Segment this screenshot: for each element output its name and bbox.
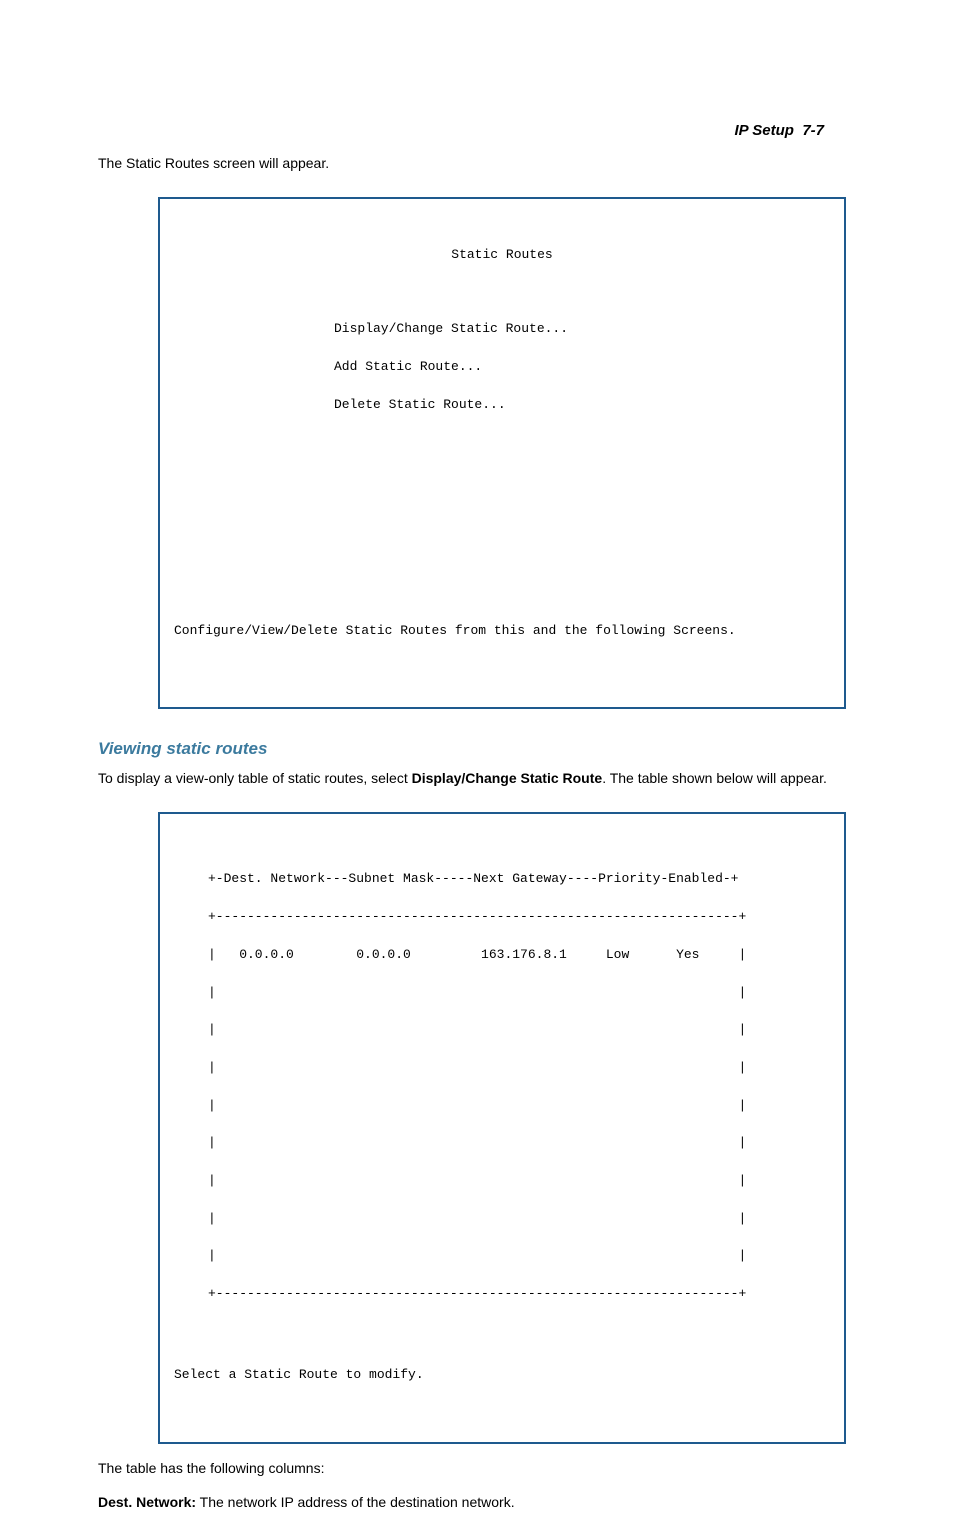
table-blank: | | [174, 1210, 830, 1229]
screen1-title: Static Routes [174, 246, 830, 265]
table-row: | 0.0.0.0 0.0.0.0 163.176.8.1 Low Yes | [174, 946, 830, 965]
table-blank: | | [174, 1097, 830, 1116]
menu-display-change: Display/Change Static Route... [174, 320, 830, 339]
menu-add: Add Static Route... [174, 358, 830, 377]
intro2-post: . The table shown below will appear. [602, 770, 827, 786]
intro-text-2: To display a view-only table of static r… [98, 769, 856, 788]
table-blank: | | [174, 984, 830, 1003]
section-label: IP Setup [735, 122, 794, 139]
col1-desc: The network IP address of the destinatio… [196, 1494, 515, 1510]
intro-text-1: The Static Routes screen will appear. [98, 154, 856, 173]
static-routes-screen: Static Routes Display/Change Static Rout… [158, 197, 846, 709]
column-dest-network: Dest. Network: The network IP address of… [98, 1492, 856, 1512]
screen2-footer: Select a Static Route to modify. [174, 1366, 830, 1385]
intro2-pre: To display a view-only table of static r… [98, 770, 412, 786]
route-table-screen: +-Dest. Network---Subnet Mask-----Next G… [158, 812, 846, 1444]
table-blank: | | [174, 1021, 830, 1040]
table-sep-bot: +---------------------------------------… [174, 1285, 830, 1304]
table-blank: | | [174, 1247, 830, 1266]
page: IP Setup 7-7 The Static Routes screen wi… [0, 0, 954, 1235]
table-header-row: +-Dest. Network---Subnet Mask-----Next G… [174, 870, 830, 889]
table-blank: | | [174, 1059, 830, 1078]
intro2-bold: Display/Change Static Route [412, 770, 603, 786]
table-sep-top: +---------------------------------------… [174, 908, 830, 927]
col1-label: Dest. Network: [98, 1494, 196, 1510]
menu-delete: Delete Static Route... [174, 396, 830, 415]
table-blank: | | [174, 1134, 830, 1153]
columns-intro: The table has the following columns: [98, 1458, 856, 1478]
page-header: IP Setup 7-7 [735, 122, 824, 139]
screen1-footer: Configure/View/Delete Static Routes from… [174, 622, 830, 641]
table-blank: | | [174, 1172, 830, 1191]
section-heading: Viewing static routes [98, 739, 856, 759]
page-number: 7-7 [802, 122, 824, 139]
